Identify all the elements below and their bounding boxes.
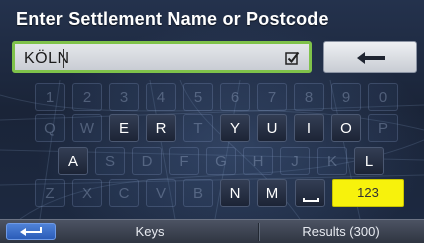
key-0: 0 [368, 83, 398, 111]
key-q: Q [35, 114, 65, 142]
toolbar-divider [258, 223, 259, 241]
back-button[interactable] [6, 223, 56, 240]
key-9: 9 [331, 83, 361, 111]
keys-button[interactable]: Keys [60, 220, 240, 243]
key-d: D [132, 147, 162, 175]
key-e[interactable]: E [109, 114, 139, 142]
key-2: 2 [72, 83, 102, 111]
key-1: 1 [35, 83, 65, 111]
key-h: H [243, 147, 273, 175]
backspace-button[interactable] [323, 41, 417, 73]
key-o[interactable]: O [331, 114, 361, 142]
text-caret [63, 49, 64, 68]
key-l[interactable]: L [354, 147, 384, 175]
key-s: S [95, 147, 125, 175]
key-4: 4 [146, 83, 176, 111]
key-7: 7 [257, 83, 287, 111]
results-button[interactable]: Results (300) [262, 220, 420, 243]
key-v: V [146, 179, 176, 207]
key-r[interactable]: R [146, 114, 176, 142]
key-k: K [317, 147, 347, 175]
page-title: Enter Settlement Name or Postcode [16, 9, 329, 29]
space-key[interactable] [295, 179, 325, 207]
key-3: 3 [109, 83, 139, 111]
key-z: Z [35, 179, 65, 207]
key-y[interactable]: Y [220, 114, 250, 142]
bottom-toolbar: Keys Results (300) [0, 219, 424, 243]
key-u[interactable]: U [257, 114, 287, 142]
key-j: J [280, 147, 310, 175]
key-b: B [183, 179, 213, 207]
left-arrow-icon [357, 52, 385, 64]
key-w: W [72, 114, 102, 142]
key-m[interactable]: M [257, 179, 287, 207]
key-i[interactable]: I [294, 114, 324, 142]
key-c: C [109, 179, 139, 207]
key-t: T [183, 114, 213, 142]
key-p: P [368, 114, 398, 142]
numeric-keys-button[interactable]: 123 [332, 179, 404, 207]
address-entry-screen: Enter Settlement Name or Postcode KÖLN 1… [0, 0, 424, 243]
return-arrow-icon [20, 227, 42, 236]
key-f: F [169, 147, 199, 175]
key-6: 6 [220, 83, 250, 111]
key-g: G [206, 147, 236, 175]
key-n[interactable]: N [220, 179, 250, 207]
key-5: 5 [183, 83, 213, 111]
key-a[interactable]: A [58, 147, 88, 175]
checkbox-checked-icon[interactable] [285, 51, 300, 66]
key-8: 8 [294, 83, 324, 111]
key-x: X [72, 179, 102, 207]
settlement-input[interactable]: KÖLN [12, 41, 312, 73]
space-bar-icon [303, 198, 319, 202]
